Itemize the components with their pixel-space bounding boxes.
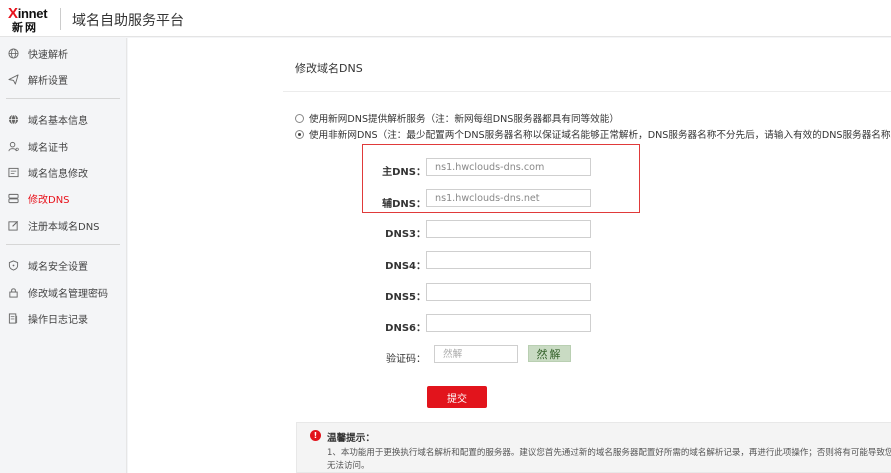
tips-text: 1、本功能用于更换执行域名解析和配置的服务器。建议您首先通过新的域名服务器配置好… — [327, 448, 891, 471]
alert-icon: ! — [310, 430, 321, 441]
primary-dns-label: 主DNS： — [382, 167, 426, 178]
dns5-label: DNS5： — [385, 292, 426, 303]
sidebar-item-security-settings[interactable]: 域名安全设置 — [0, 255, 127, 275]
title-divider — [283, 91, 891, 92]
sidebar-item-modify-password[interactable]: 修改域名管理密码 — [0, 282, 127, 302]
edit-icon — [7, 219, 19, 231]
sidebar-item-label: 快速解析 — [28, 49, 68, 61]
sidebar-item-resolve-settings[interactable]: 解析设置 — [0, 69, 127, 89]
sidebar-item-modify-dns[interactable]: 修改DNS — [0, 188, 127, 208]
sidebar-item-label: 域名安全设置 — [28, 261, 88, 273]
sidebar-item-label: 修改域名管理密码 — [28, 288, 108, 300]
sidebar-item-label: 修改DNS — [28, 194, 70, 206]
sidebar: 快速解析 解析设置 域名基本信息 域名证书 域名信息修改 修改DNS 注册本域名… — [0, 38, 127, 473]
sidebar-divider — [6, 244, 120, 245]
sidebar-item-label: 域名基本信息 — [28, 115, 88, 127]
xinnet-logo[interactable]: Xinnet 新网 — [8, 5, 54, 34]
dns3-input[interactable] — [426, 220, 591, 238]
secondary-dns-input[interactable] — [426, 189, 591, 207]
dns5-input[interactable] — [426, 283, 591, 301]
tips-panel: ! 温馨提示： 1、本功能用于更换执行域名解析和配置的服务器。建议您首先通过新的… — [296, 422, 891, 473]
page-title: 修改域名DNS — [295, 62, 363, 75]
certificate-icon — [7, 140, 19, 152]
radio-label: 使用新网DNS提供解析服务（注：新网每组DNS服务器都具有同等效能） — [309, 114, 619, 125]
sidebar-item-domain-info[interactable]: 域名基本信息 — [0, 109, 127, 129]
logo-chinese: 新网 — [12, 21, 38, 34]
id-card-icon — [7, 166, 19, 178]
dns4-input[interactable] — [426, 251, 591, 269]
sidebar-item-label: 注册本域名DNS — [28, 221, 100, 233]
primary-dns-input[interactable] — [426, 158, 591, 176]
shield-icon — [7, 259, 19, 271]
dns6-label: DNS6： — [385, 323, 426, 334]
captcha-label: 验证码： — [386, 354, 426, 365]
sidebar-item-domain-info-modify[interactable]: 域名信息修改 — [0, 162, 127, 182]
globe-icon — [7, 113, 19, 125]
sidebar-item-quick-resolve[interactable]: 快速解析 — [0, 43, 127, 63]
top-bar: Xinnet 新网 域名自助服务平台 — [0, 0, 891, 37]
globe-icon — [7, 47, 19, 59]
main-content: 修改域名DNS 使用新网DNS提供解析服务（注：新网每组DNS服务器都具有同等效… — [128, 38, 891, 473]
sidebar-item-label: 操作日志记录 — [28, 314, 88, 326]
tips-title: 温馨提示： — [327, 433, 375, 444]
dns6-input[interactable] — [426, 314, 591, 332]
header-divider — [60, 8, 61, 30]
radio-label: 使用非新网DNS（注：最少配置两个DNS服务器名称以保证域名能够正常解析，DNS… — [309, 130, 891, 141]
server-icon — [7, 192, 19, 204]
submit-button[interactable]: 提交 — [427, 386, 487, 408]
dns3-label: DNS3： — [385, 229, 426, 240]
log-icon — [7, 312, 19, 324]
sidebar-item-operation-log[interactable]: 操作日志记录 — [0, 308, 127, 328]
radio-button[interactable] — [295, 113, 304, 123]
captcha-input[interactable] — [434, 345, 518, 363]
sidebar-item-label: 域名信息修改 — [28, 168, 88, 180]
lock-icon — [7, 286, 19, 298]
paper-plane-icon — [7, 73, 19, 85]
secondary-dns-label: 辅DNS： — [382, 199, 426, 210]
sidebar-item-register-dns[interactable]: 注册本域名DNS — [0, 215, 127, 235]
radio-button-selected[interactable] — [295, 129, 304, 139]
sidebar-item-domain-certificate[interactable]: 域名证书 — [0, 136, 127, 156]
radio-option-xinnet-dns[interactable]: 使用新网DNS提供解析服务（注：新网每组DNS服务器都具有同等效能） — [295, 111, 619, 125]
site-title: 域名自助服务平台 — [72, 13, 184, 29]
captcha-image[interactable]: 然解 — [528, 345, 571, 362]
sidebar-item-label: 域名证书 — [28, 142, 68, 154]
radio-option-custom-dns[interactable]: 使用非新网DNS（注：最少配置两个DNS服务器名称以保证域名能够正常解析，DNS… — [295, 127, 891, 141]
sidebar-item-label: 解析设置 — [28, 75, 68, 87]
sidebar-divider — [6, 98, 120, 99]
dns4-label: DNS4： — [385, 261, 426, 272]
